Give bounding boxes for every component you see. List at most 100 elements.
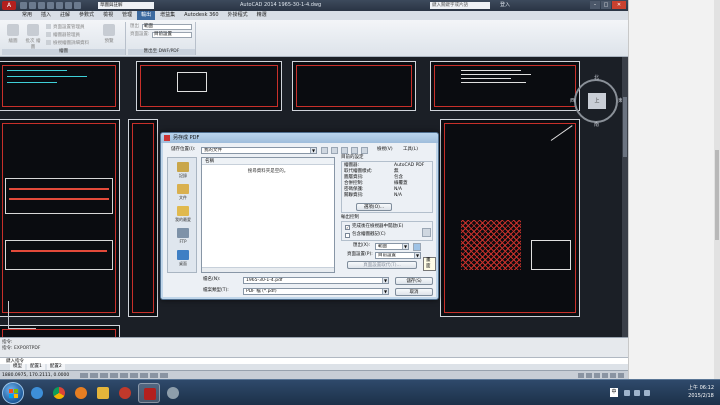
delete-icon[interactable]: [351, 147, 358, 154]
ribbon-tab-parametric[interactable]: 參數式: [75, 11, 98, 20]
undo-icon[interactable]: [65, 2, 72, 9]
taskbar-media[interactable]: [70, 383, 92, 403]
application-menu-button[interactable]: A: [2, 1, 16, 10]
filetype-dropdown[interactable]: PDF 檔 (*.pdf) ▼: [243, 288, 389, 295]
clock[interactable]: 上午 06:12 2015/2/18: [688, 384, 714, 400]
preview-button[interactable]: 預覽: [100, 24, 118, 48]
save-button[interactable]: 儲存(S): [395, 277, 433, 285]
model-icon[interactable]: [578, 373, 584, 378]
network-icon[interactable]: [634, 390, 640, 396]
save-in-dropdown[interactable]: 我的文件 ▼: [201, 147, 317, 154]
new-folder-icon[interactable]: [361, 147, 368, 154]
annotation-scale-icon[interactable]: [594, 373, 600, 378]
page-setup-override-button[interactable]: 頁面設置取代(T)...: [347, 261, 417, 269]
quickview-icon[interactable]: [586, 373, 592, 378]
ribbon-tab-featured[interactable]: 精選: [253, 11, 271, 20]
options-button[interactable]: 選項(O)...: [356, 203, 392, 211]
search-web-icon[interactable]: [341, 147, 348, 154]
taskbar-explorer[interactable]: [92, 383, 114, 403]
open-in-viewer-label[interactable]: 完成後在檢視器中開啟(E): [352, 224, 403, 230]
taskbar-ie[interactable]: [26, 383, 48, 403]
column-header-name[interactable]: 名稱: [202, 158, 334, 165]
compass-north[interactable]: 北: [594, 74, 599, 81]
ribbon-tab-plugins[interactable]: 外掛程式: [224, 11, 252, 20]
ducs-icon[interactable]: [140, 373, 148, 378]
clean-screen-icon[interactable]: [618, 373, 624, 378]
workspace-icon[interactable]: [602, 373, 608, 378]
lock-icon[interactable]: [610, 373, 616, 378]
cancel-button[interactable]: 取消: [395, 288, 433, 296]
plotter-manager-button[interactable]: 繪圖器管理員: [46, 32, 80, 38]
views-menu[interactable]: 檢視(V): [377, 147, 393, 153]
page-setup-dropdown[interactable]: 目前設置 ▼: [375, 252, 421, 259]
open-icon[interactable]: [29, 2, 36, 9]
maximize-button[interactable]: □: [601, 1, 611, 9]
filename-input[interactable]: 1965-30-1-4.pdf ▼: [243, 277, 389, 284]
ribbon-tab-manage[interactable]: 管理: [118, 11, 136, 20]
ribbon-tab-view[interactable]: 檢視: [99, 11, 117, 20]
redo-icon[interactable]: [74, 2, 81, 9]
new-icon[interactable]: [20, 2, 27, 9]
drawing-sheet: [292, 61, 416, 111]
compass-south[interactable]: 南: [594, 121, 599, 128]
ribbon-tab-insert[interactable]: 插入: [37, 11, 55, 20]
dyn-icon[interactable]: [150, 373, 158, 378]
taskbar-chrome[interactable]: [48, 383, 70, 403]
ortho-icon[interactable]: [100, 373, 108, 378]
volume-icon[interactable]: [644, 390, 650, 396]
plot-icon[interactable]: [56, 2, 63, 9]
close-button[interactable]: ✕: [612, 1, 626, 9]
place-desktop[interactable]: 桌面: [170, 248, 196, 270]
save-as-icon[interactable]: [47, 2, 54, 9]
export-range-dropdown[interactable]: 範圍: [142, 24, 192, 30]
polar-icon[interactable]: [110, 373, 118, 378]
command-input[interactable]: 鍵入指令: [0, 357, 628, 364]
page-setup-manager-button[interactable]: 頁面設置管理員: [46, 24, 85, 30]
open-in-viewer-checkbox[interactable]: ✓: [345, 225, 350, 230]
place-history[interactable]: 記錄: [170, 160, 196, 182]
file-list-scrollbar[interactable]: [202, 267, 334, 272]
tray-icon[interactable]: [624, 390, 630, 396]
batch-plot-button[interactable]: 批次 繪圖: [24, 24, 42, 50]
taskbar-app7[interactable]: [162, 383, 184, 403]
page-setup-dropdown[interactable]: 目前設置: [152, 32, 192, 38]
right-scrollbar[interactable]: [714, 0, 720, 379]
ribbon-tab-addins[interactable]: 增益集: [156, 11, 179, 20]
lwt-icon[interactable]: [160, 373, 168, 378]
file-list[interactable]: 名稱 搜尋資料夾是空的。: [201, 157, 335, 273]
ribbon-tab-annotate[interactable]: 註解: [56, 11, 74, 20]
sign-in-link[interactable]: 登入: [500, 2, 510, 9]
plot-button[interactable]: 繪圖: [4, 24, 22, 48]
stamp-settings-icon[interactable]: [422, 228, 431, 237]
taskbar-autocad[interactable]: [138, 383, 160, 403]
place-documents[interactable]: 文件: [170, 182, 196, 204]
save-icon[interactable]: [38, 2, 45, 9]
include-stamp-checkbox[interactable]: [345, 233, 350, 238]
viewcube-top-face[interactable]: 上: [588, 93, 606, 109]
minimize-button[interactable]: –: [590, 1, 600, 9]
search-input[interactable]: 鍵入關鍵字或片語: [430, 2, 490, 9]
view-plot-details-button[interactable]: 檢視繪圖詳細資料: [46, 40, 89, 46]
workspace-dropdown[interactable]: 草圖與註解: [98, 2, 154, 9]
up-folder-icon[interactable]: [331, 147, 338, 154]
place-favorites[interactable]: 我的最愛: [170, 204, 196, 226]
compass-west[interactable]: 西: [570, 97, 575, 104]
select-window-icon[interactable]: [413, 243, 421, 251]
ime-indicator[interactable]: 中: [610, 388, 618, 397]
taskbar-app5[interactable]: [114, 383, 136, 403]
viewcube[interactable]: 上 北 南 西 東: [570, 75, 623, 128]
grid-icon[interactable]: [90, 373, 98, 378]
dialog-title-bar[interactable]: 另存成 PDF: [161, 133, 438, 143]
export-range-dropdown[interactable]: 範圍 ▼: [375, 243, 409, 250]
back-icon[interactable]: [321, 147, 328, 154]
tools-menu[interactable]: 工具(L): [403, 147, 418, 153]
snap-icon[interactable]: [80, 373, 88, 378]
otrack-icon[interactable]: [130, 373, 138, 378]
osnap-icon[interactable]: [120, 373, 128, 378]
start-button[interactable]: [2, 382, 24, 404]
include-stamp-label[interactable]: 包含繪圖戳記(C): [352, 232, 386, 238]
ribbon-tab-output[interactable]: 輸出: [137, 11, 156, 20]
place-ftp[interactable]: FTP: [170, 226, 196, 248]
ribbon-tab-a360[interactable]: Autodesk 360: [180, 11, 223, 20]
ribbon-tab-home[interactable]: 常用: [18, 11, 36, 20]
